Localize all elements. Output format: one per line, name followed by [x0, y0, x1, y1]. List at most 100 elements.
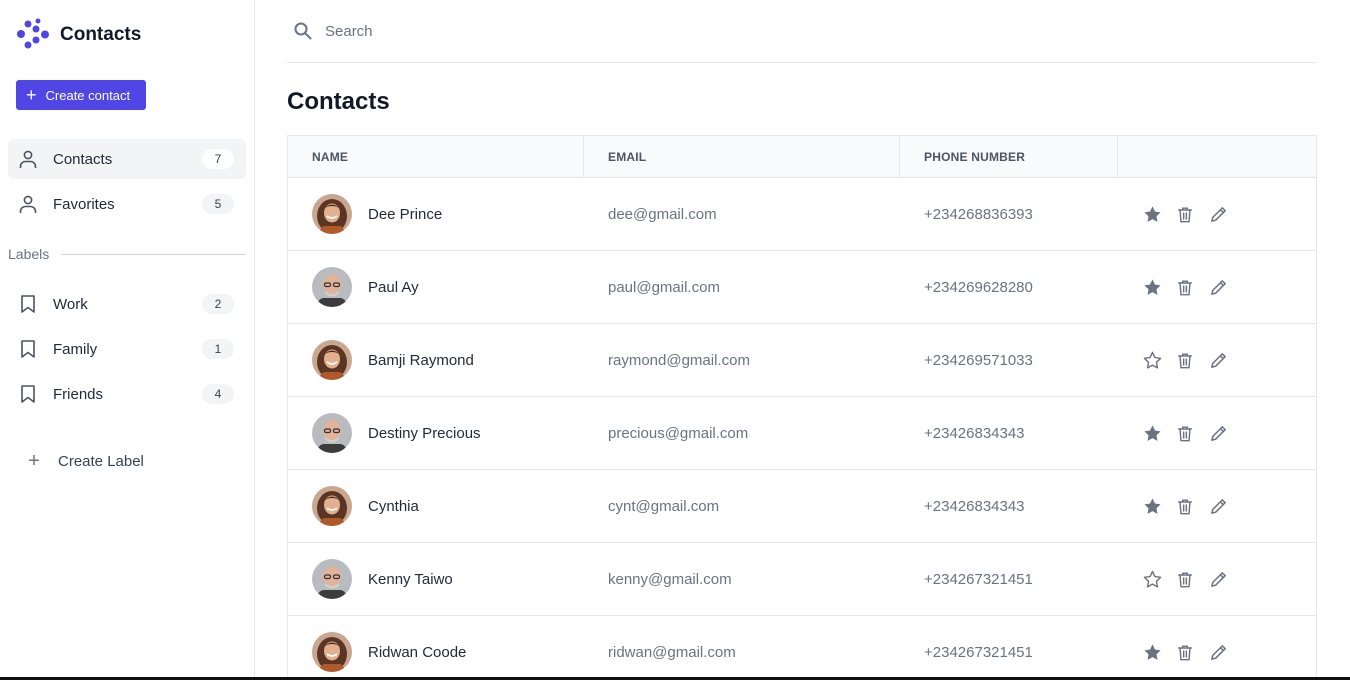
star-filled-icon[interactable]: [1142, 204, 1162, 224]
sidebar: Contacts + Create contact Contacts 7 Fav…: [0, 0, 255, 680]
cell-actions: [1118, 470, 1316, 542]
cell-name: Kenny Taiwo: [288, 543, 584, 615]
labels-heading: Labels: [8, 246, 246, 262]
sidebar-item-contacts[interactable]: Contacts 7: [8, 139, 246, 179]
sidebar-item-label: Contacts: [53, 150, 113, 168]
table-header: NAME EMAIL PHONE NUMBER: [288, 136, 1316, 178]
star-outline-icon[interactable]: [1142, 350, 1162, 370]
trash-icon[interactable]: [1175, 277, 1195, 297]
pencil-icon[interactable]: [1208, 642, 1228, 662]
contact-phone: +234269628280: [924, 278, 1033, 296]
cell-name: Bamji Raymond: [288, 324, 584, 396]
avatar: [312, 413, 352, 453]
search-input[interactable]: [325, 22, 1225, 40]
table-row[interactable]: Bamji Raymond raymond@gmail.com +234269571…: [288, 324, 1316, 397]
pencil-icon[interactable]: [1208, 277, 1228, 297]
brand[interactable]: Contacts: [16, 18, 141, 52]
sidebar-item-label: Family: [53, 340, 98, 358]
page-title: Contacts: [287, 88, 390, 115]
sidebar-item-label: Work: [53, 295, 88, 313]
column-header-phone: PHONE NUMBER: [900, 136, 1118, 177]
app-logo-icon: [17, 18, 49, 49]
count-badge: 5: [202, 194, 234, 214]
cell-phone: +234269571033: [900, 324, 1118, 396]
contact-name: Ridwan Coode: [368, 643, 467, 661]
table-row[interactable]: Dee Prince dee@gmail.com +234268836393: [288, 178, 1316, 251]
contact-name: Bamji Raymond: [368, 351, 474, 369]
sidebar-item-work[interactable]: Work 2: [8, 284, 246, 324]
pencil-icon[interactable]: [1208, 350, 1228, 370]
trash-icon[interactable]: [1175, 350, 1195, 370]
cell-name: Destiny Precious: [288, 397, 584, 469]
cell-name: Dee Prince: [288, 178, 584, 250]
contact-name: Cynthia: [368, 497, 419, 515]
trash-icon[interactable]: [1175, 642, 1195, 662]
trash-icon[interactable]: [1175, 496, 1195, 516]
table-row[interactable]: Cynthia cynt@gmail.com +23426834343: [288, 470, 1316, 543]
cell-email: kenny@gmail.com: [584, 543, 900, 615]
star-filled-icon[interactable]: [1142, 642, 1162, 662]
sidebar-item-label: Favorites: [53, 195, 115, 213]
trash-icon[interactable]: [1175, 569, 1195, 589]
column-header-actions: [1118, 136, 1316, 177]
cell-name: Cynthia: [288, 470, 584, 542]
contact-email: cynt@gmail.com: [608, 497, 720, 515]
labels-heading-text: Labels: [8, 246, 50, 262]
table-row[interactable]: Kenny Taiwo kenny@gmail.com +234267321451: [288, 543, 1316, 616]
cell-email: cynt@gmail.com: [584, 470, 900, 542]
cell-actions: [1118, 324, 1316, 396]
star-filled-icon[interactable]: [1142, 277, 1162, 297]
cell-email: ridwan@gmail.com: [584, 616, 900, 680]
avatar: [312, 486, 352, 526]
contact-name: Destiny Precious: [368, 424, 481, 442]
table-row[interactable]: Paul Ay paul@gmail.com +234269628280: [288, 251, 1316, 324]
create-label-button[interactable]: + Create Label: [24, 450, 144, 473]
cell-actions: [1118, 543, 1316, 615]
contact-phone: +234267321451: [924, 570, 1033, 588]
contact-name: Dee Prince: [368, 205, 443, 223]
brand-name: Contacts: [60, 24, 142, 45]
table-body: Dee Prince dee@gmail.com +234268836393 Paul…: [288, 178, 1316, 680]
cell-name: Paul Ay: [288, 251, 584, 323]
cell-phone: +234268836393: [900, 178, 1118, 250]
contact-email: precious@gmail.com: [608, 424, 749, 442]
cell-email: precious@gmail.com: [584, 397, 900, 469]
sidebar-item-friends[interactable]: Friends 4: [8, 374, 246, 414]
avatar: [312, 559, 352, 599]
trash-icon[interactable]: [1175, 204, 1195, 224]
star-filled-icon[interactable]: [1142, 496, 1162, 516]
plus-icon: +: [26, 85, 37, 105]
table-row[interactable]: Ridwan Coode ridwan@gmail.com +23426732145…: [288, 616, 1316, 680]
bookmark-icon: [18, 339, 38, 359]
count-badge: 7: [202, 149, 234, 169]
contact-phone: +234268836393: [924, 205, 1033, 223]
sidebar-item-family[interactable]: Family 1: [8, 329, 246, 369]
pencil-icon[interactable]: [1208, 496, 1228, 516]
create-label-text: Create Label: [58, 453, 144, 470]
sidebar-item-favorites[interactable]: Favorites 5: [8, 184, 246, 224]
avatar: [312, 632, 352, 672]
contact-email: paul@gmail.com: [608, 278, 720, 296]
star-outline-icon[interactable]: [1142, 569, 1162, 589]
contact-email: dee@gmail.com: [608, 205, 717, 223]
contact-name: Paul Ay: [368, 278, 419, 296]
bookmark-icon: [18, 384, 38, 404]
contact-phone: +23426834343: [924, 497, 1025, 515]
pencil-icon[interactable]: [1208, 204, 1228, 224]
create-contact-button[interactable]: + Create contact: [16, 80, 146, 110]
count-badge: 2: [202, 294, 234, 314]
pencil-icon[interactable]: [1208, 569, 1228, 589]
cell-phone: +23426834343: [900, 470, 1118, 542]
table-row[interactable]: Destiny Precious precious@gmail.com +23426…: [288, 397, 1316, 470]
cell-phone: +234267321451: [900, 543, 1118, 615]
cell-actions: [1118, 397, 1316, 469]
star-filled-icon[interactable]: [1142, 423, 1162, 443]
cell-actions: [1118, 251, 1316, 323]
user-icon: [18, 194, 38, 214]
sidebar-item-label: Friends: [53, 385, 104, 403]
cell-actions: [1118, 178, 1316, 250]
avatar: [312, 267, 352, 307]
trash-icon[interactable]: [1175, 423, 1195, 443]
pencil-icon[interactable]: [1208, 423, 1228, 443]
cell-phone: +234267321451: [900, 616, 1118, 680]
